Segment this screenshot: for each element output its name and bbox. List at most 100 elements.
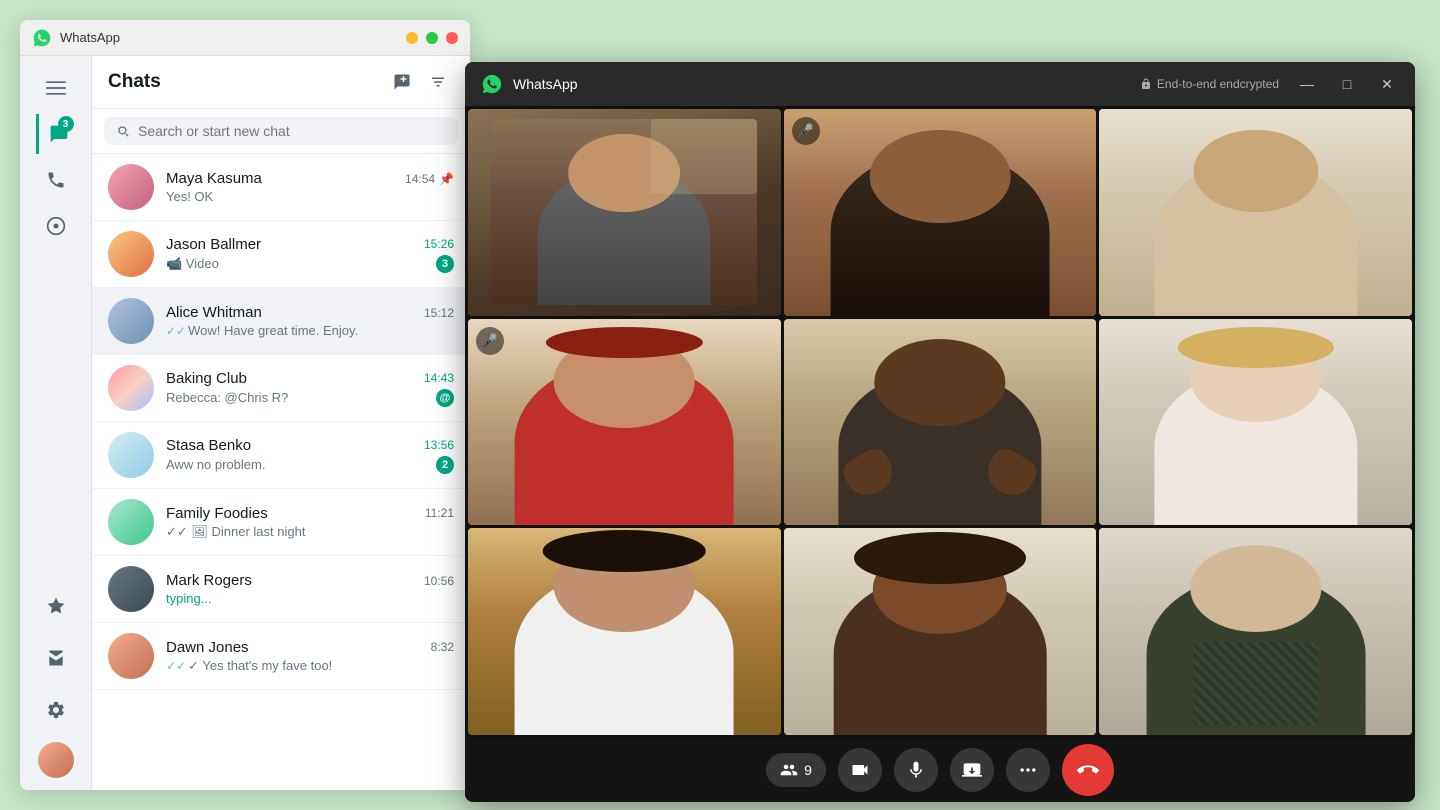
chat-time: 13:56 [424, 438, 454, 452]
chat-name: Dawn Jones [166, 639, 249, 656]
video-cell-6 [1099, 319, 1412, 526]
chat-time: 14:43 [424, 371, 454, 385]
screen-share-icon [962, 760, 982, 780]
chat-preview: ✓✓✓ Yes that's my fave too! [166, 658, 454, 674]
chat-name: Mark Rogers [166, 572, 252, 589]
chat-avatar-dawn [108, 633, 154, 679]
chat-name: Stasa Benko [166, 437, 251, 454]
chat-preview-row: 📹 Video 3 [166, 255, 454, 273]
user-avatar[interactable] [38, 742, 74, 778]
chat-item-family[interactable]: Family Foodies 11:21 ✓✓ 🖼 Dinner last ni… [92, 489, 470, 556]
sidebar-calls-icon[interactable] [36, 160, 76, 200]
video-cell-7 [468, 528, 781, 735]
more-options-icon [1018, 760, 1038, 780]
chat-preview-row: ✓✓ 🖼 Dinner last night [166, 524, 454, 540]
chat-avatar-baking [108, 365, 154, 411]
call-controls-bar: 9 [465, 738, 1415, 802]
chat-name: Baking Club [166, 370, 247, 387]
video-call-window: WhatsApp End-to-end endcrypted — □ ✕ [465, 62, 1415, 802]
end-call-button[interactable] [1062, 744, 1114, 796]
chat-name: Alice Whitman [166, 304, 262, 321]
video-title-bar: WhatsApp End-to-end endcrypted — □ ✕ [465, 62, 1415, 106]
participants-button[interactable]: 9 [766, 753, 826, 787]
chat-preview-row: Rebecca: @Chris R? @ [166, 389, 454, 407]
chat-item-dawn[interactable]: Dawn Jones 8:32 ✓✓✓ Yes that's my fave t… [92, 623, 470, 690]
video-whatsapp-logo [481, 73, 503, 95]
chat-preview: Aww no problem. [166, 457, 428, 472]
video-cell-1 [468, 109, 781, 316]
minimize-button[interactable]: — [406, 32, 418, 44]
sidebar-archive-icon[interactable] [36, 638, 76, 678]
video-grid: 🎤 🎤 [465, 106, 1415, 738]
sidebar-status-icon[interactable] [36, 206, 76, 246]
chat-time: 10:56 [424, 574, 454, 588]
video-cell-4: 🎤 [468, 319, 781, 526]
mute-icon-cell4: 🎤 [476, 327, 504, 355]
chat-name-row: Family Foodies 11:21 [166, 505, 454, 522]
chat-info-family: Family Foodies 11:21 ✓✓ 🖼 Dinner last ni… [166, 505, 454, 540]
maximize-button[interactable]: □ [426, 32, 438, 44]
video-cell-2: 🎤 [784, 109, 1097, 316]
mute-button[interactable] [894, 748, 938, 792]
chat-preview-row: Aww no problem. 2 [166, 456, 454, 474]
chat-avatar-mark [108, 566, 154, 612]
video-maximize-button[interactable]: □ [1335, 72, 1359, 96]
search-input[interactable] [138, 123, 446, 139]
chat-time: 11:21 [425, 506, 454, 520]
more-options-button[interactable] [1006, 748, 1050, 792]
chat-time: 14:54 [405, 172, 435, 186]
chat-name-row: Mark Rogers 10:56 [166, 572, 454, 589]
chat-info-dawn: Dawn Jones 8:32 ✓✓✓ Yes that's my fave t… [166, 639, 454, 674]
chat-preview: typing... [166, 591, 454, 606]
search-input-wrap [104, 117, 458, 145]
participants-count: 9 [804, 762, 812, 778]
chat-preview-row: ✓✓Wow! Have great time. Enjoy. [166, 323, 454, 338]
chat-avatar-maya [108, 164, 154, 210]
chat-preview: 📹 Video [166, 256, 428, 272]
chat-info-baking: Baking Club 14:43 Rebecca: @Chris R? @ [166, 370, 454, 407]
chat-item-baking[interactable]: Baking Club 14:43 Rebecca: @Chris R? @ [92, 355, 470, 422]
chat-list: Maya Kasuma 14:54 📌 Yes! OK Jason Ballme… [92, 154, 470, 790]
pin-icon: 📌 [439, 172, 454, 186]
video-app-title: WhatsApp [513, 76, 1140, 92]
screen-share-button[interactable] [950, 748, 994, 792]
video-minimize-button[interactable]: — [1295, 72, 1319, 96]
close-button[interactable]: ✕ [446, 32, 458, 44]
participants-icon [780, 761, 798, 779]
encryption-label: End-to-end endcrypted [1140, 77, 1279, 91]
chat-name-row: Dawn Jones 8:32 [166, 639, 454, 656]
chat-avatar-alice [108, 298, 154, 344]
chat-preview-row: typing... [166, 591, 454, 606]
unread-badge: @ [436, 389, 454, 407]
sidebar-chats-icon[interactable]: 3 [36, 114, 76, 154]
sidebar-settings-icon[interactable] [36, 690, 76, 730]
chat-time: 15:26 [424, 237, 454, 251]
main-window-controls: — □ ✕ [406, 32, 458, 44]
filter-button[interactable] [422, 66, 454, 98]
chat-item-jason[interactable]: Jason Ballmer 15:26 📹 Video 3 [92, 221, 470, 288]
video-cell-5 [784, 319, 1097, 526]
chat-item-maya[interactable]: Maya Kasuma 14:54 📌 Yes! OK [92, 154, 470, 221]
chat-avatar-stasa [108, 432, 154, 478]
chat-item-stasa[interactable]: Stasa Benko 13:56 Aww no problem. 2 [92, 422, 470, 489]
whatsapp-main-window: WhatsApp — □ ✕ 3 [20, 20, 470, 790]
chat-preview: ✓✓ 🖼 Dinner last night [166, 524, 454, 540]
encryption-text: End-to-end endcrypted [1157, 77, 1279, 91]
sidebar-bottom [36, 586, 76, 778]
chat-preview-row: ✓✓✓ Yes that's my fave too! [166, 658, 454, 674]
main-window-title: WhatsApp [60, 30, 406, 45]
sidebar-starred-icon[interactable] [36, 586, 76, 626]
new-chat-button[interactable] [386, 66, 418, 98]
chat-name-row: Stasa Benko 13:56 [166, 437, 454, 454]
read-check-icon: ✓✓ [166, 324, 186, 338]
chat-item-mark[interactable]: Mark Rogers 10:56 typing... [92, 556, 470, 623]
chat-preview: Rebecca: @Chris R? [166, 390, 428, 405]
video-toggle-button[interactable] [838, 748, 882, 792]
chat-name: Maya Kasuma [166, 170, 262, 187]
read-check-icon: ✓✓ [166, 659, 186, 673]
video-close-button[interactable]: ✕ [1375, 72, 1399, 96]
video-camera-icon [850, 760, 870, 780]
sidebar-menu-icon[interactable] [36, 68, 76, 108]
chat-panel: Chats Maya Kasuma [92, 56, 470, 790]
chat-item-alice[interactable]: Alice Whitman 15:12 ✓✓Wow! Have great ti… [92, 288, 470, 355]
